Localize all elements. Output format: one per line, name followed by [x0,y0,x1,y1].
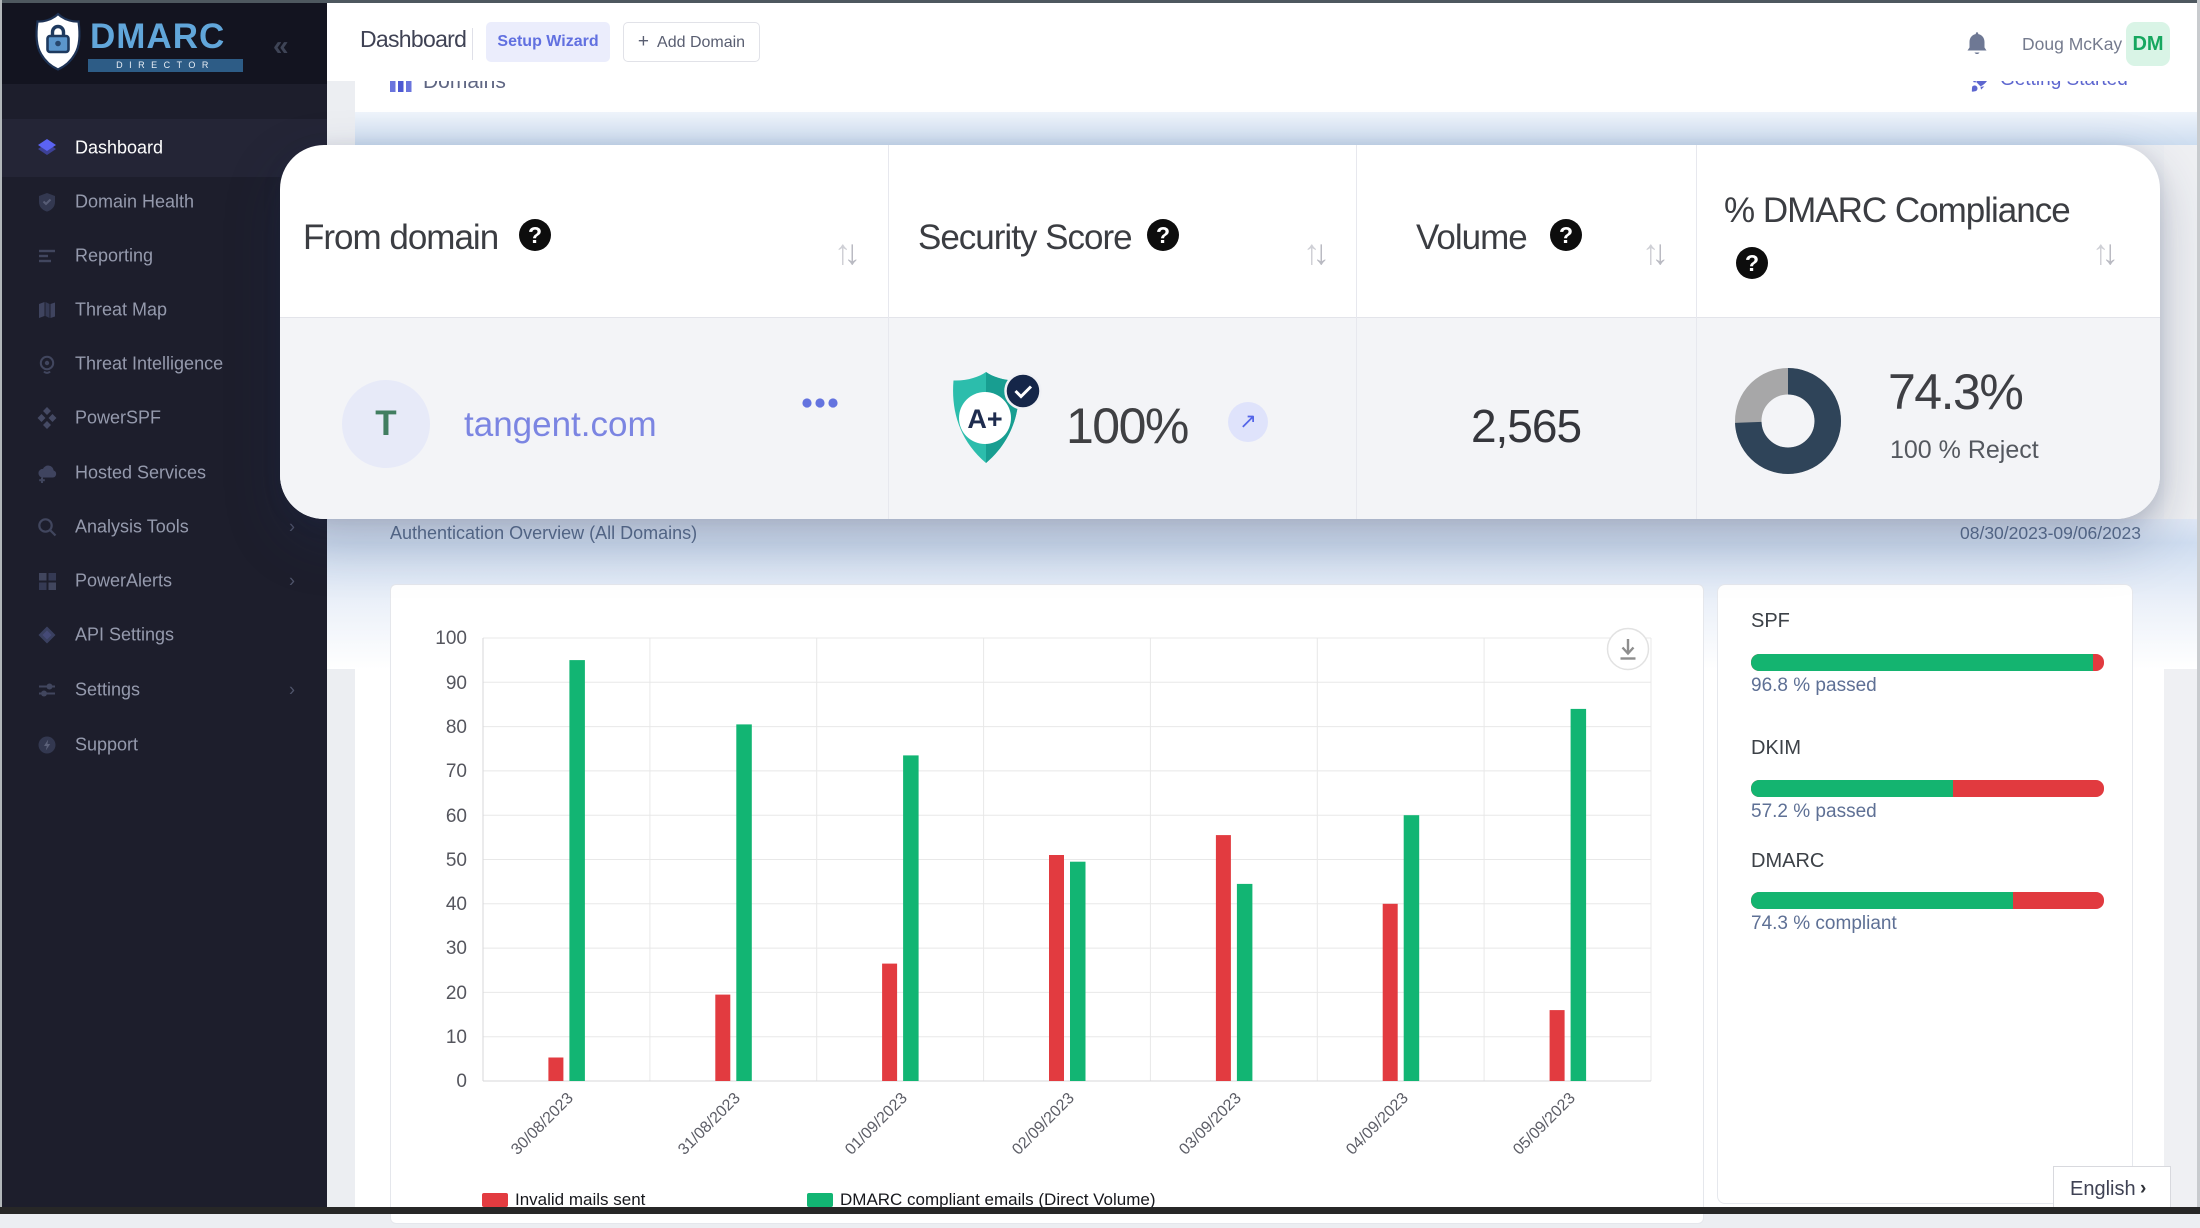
svg-text:02/09/2023: 02/09/2023 [1009,1090,1078,1159]
svg-text:60: 60 [446,806,467,827]
svg-text:80: 80 [446,717,467,738]
svg-text:0: 0 [456,1071,467,1092]
svg-text:70: 70 [446,761,467,782]
svg-text:90: 90 [446,673,467,694]
svg-text:20: 20 [446,983,467,1004]
svg-text:03/09/2023: 03/09/2023 [1176,1090,1245,1159]
svg-text:100: 100 [435,628,467,649]
svg-text:31/08/2023: 31/08/2023 [675,1090,744,1159]
svg-text:01/09/2023: 01/09/2023 [842,1090,911,1159]
svg-text:40: 40 [446,894,467,915]
svg-text:05/09/2023: 05/09/2023 [1510,1090,1579,1159]
svg-text:50: 50 [446,850,467,871]
svg-text:10: 10 [446,1027,467,1048]
svg-text:30: 30 [446,938,467,959]
svg-text:04/09/2023: 04/09/2023 [1343,1090,1412,1159]
svg-text:A+: A+ [967,404,1002,434]
svg-text:30/08/2023: 30/08/2023 [508,1090,577,1159]
